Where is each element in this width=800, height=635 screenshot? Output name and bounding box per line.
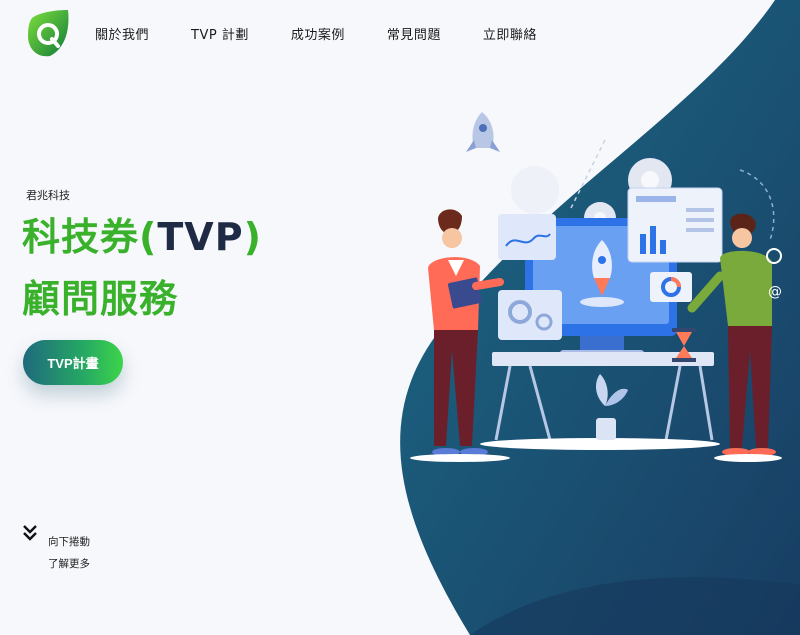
hero-title-tvp: TVP [157,215,244,259]
hero-illustration: @ [410,112,782,462]
double-chevron-down-icon[interactable] [22,524,38,542]
nav-item-faq[interactable]: 常見問題 [387,24,441,43]
at-sign-icon: @ [768,284,782,300]
scroll-hint-line2: 了解更多 [48,558,90,570]
nav-item-about[interactable]: 關於我們 [95,24,149,43]
nav-item-contact[interactable]: 立即聯絡 [483,24,537,43]
gear-icon [511,166,559,214]
hero-title: 科技券(TVP) 顧問服務 [22,206,262,330]
chart-card [498,214,556,260]
q-leaf-logo-icon[interactable] [26,8,70,58]
whatsapp-icon [766,248,782,264]
person-presenter [410,209,510,462]
svg-text:@: @ [768,284,782,300]
tvp-plan-button[interactable]: TVP計畫 [23,340,123,385]
hero-title-line2: 顧問服務 [22,277,179,321]
scroll-hint-line1: 向下捲動 [48,536,90,548]
gear-card [498,290,562,340]
nav-item-tvp-plan[interactable]: TVP 計劃 [191,24,249,43]
hero-title-line1: 科技券(TVP) [22,206,262,268]
plant-icon [595,374,628,440]
hero-eyebrow: 君兆科技 [26,189,70,202]
dashboard-card [627,187,723,263]
donut-card [650,272,692,302]
rocket-icon [466,112,500,152]
hero-title-part: 科技券( [22,215,158,259]
nav-item-cases[interactable]: 成功案例 [291,24,345,43]
hero-title-part: ) [243,215,262,259]
dashed-arc [569,139,606,211]
main-nav: 關於我們 TVP 計劃 成功案例 常見問題 立即聯絡 [95,24,579,43]
